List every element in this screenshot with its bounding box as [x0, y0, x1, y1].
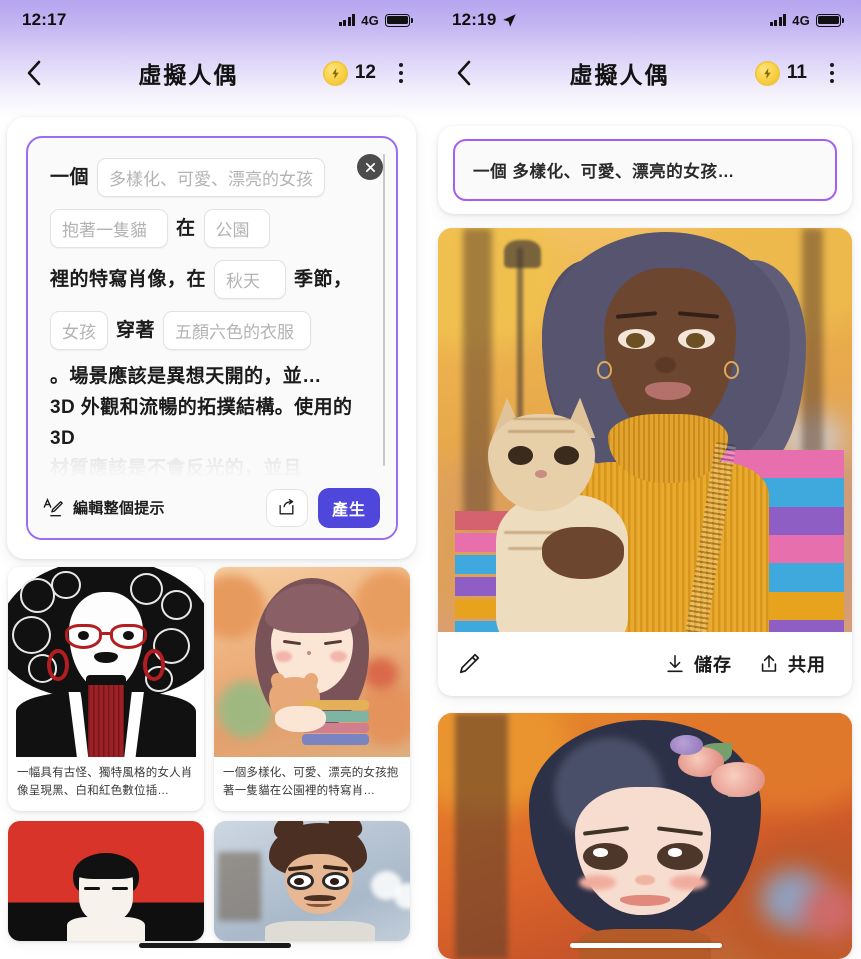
- close-icon: [365, 162, 375, 172]
- page-title: 虛擬人偶: [138, 62, 239, 88]
- credits-indicator[interactable]: 12: [322, 60, 376, 86]
- kebab-menu-icon[interactable]: [388, 58, 414, 88]
- credits-count: 11: [786, 62, 807, 83]
- prompt-lead-text: 一個: [50, 166, 90, 188]
- status-time: 12:19: [452, 10, 497, 29]
- status-bar-right: 12:19 4G: [430, 0, 861, 40]
- status-left-group: 12:17: [22, 10, 66, 30]
- signal-icon: [338, 14, 356, 26]
- nav-bar-right: 虛擬人偶 11: [430, 44, 861, 102]
- status-left-group: 12:19: [452, 10, 517, 30]
- edit-prompt-icon: [43, 497, 63, 516]
- thumb-quirky-portrait[interactable]: [8, 567, 204, 757]
- prompt-line-1: 一個 多樣化、可愛、漂亮的女孩: [50, 158, 374, 197]
- generate-button[interactable]: 產生: [317, 487, 380, 528]
- artwork-3d-girl-hugging-cat: [214, 567, 410, 757]
- result-card-one: 儲存 共用: [438, 228, 852, 696]
- gallery-card[interactable]: 一個多樣化、可愛、漂亮的女孩抱著一隻貓在公園裡的特寫肖…: [214, 567, 410, 811]
- thumb-messy-hair-guy[interactable]: [214, 820, 410, 941]
- share-label: 共用: [788, 655, 826, 675]
- thumb-red-flat-avatar[interactable]: [8, 820, 204, 941]
- subject-field[interactable]: 多樣化、可愛、漂亮的女孩: [97, 158, 326, 197]
- who-field[interactable]: 女孩: [50, 311, 108, 350]
- network-label: 4G: [792, 12, 810, 28]
- prompt-body: 一個 多樣化、可愛、漂亮的女孩 抱著一隻貓 在 公園 裡的特寫肖像，在 秋天 季…: [28, 138, 396, 481]
- coin-bolt-icon: [322, 60, 348, 86]
- season-field[interactable]: 秋天: [214, 260, 287, 299]
- gallery-grid: 一幅具有古怪、獨特風格的女人肖像呈現黑、白和紅色數位插… 一個多樣化、可愛、漂亮…: [8, 567, 422, 941]
- status-bar-left: 12:17 4G: [0, 0, 430, 40]
- page-title: 虛擬人偶: [569, 62, 670, 88]
- prompt-mid-text: 裡的特寫肖像，在: [50, 268, 207, 290]
- chevron-left-icon: [27, 60, 40, 86]
- credits-count: 12: [354, 62, 376, 83]
- prompt-action-bar: 編輯整個提示 產生: [28, 477, 396, 538]
- save-button[interactable]: 儲存: [656, 647, 740, 681]
- artwork-red-black-avatar: [8, 820, 204, 941]
- place-field[interactable]: 公園: [203, 209, 270, 248]
- credits-indicator[interactable]: 11: [754, 60, 807, 86]
- nav-bar-left: 虛擬人偶 12: [0, 44, 430, 102]
- screenshot-root: 12:17 4G 虛擬人偶 12 一個 多樣化、可愛、漂亮的女孩 抱著一隻貓 在…: [0, 0, 861, 959]
- prompt-wearing-text: 穿著: [116, 319, 156, 341]
- download-icon: [667, 654, 683, 673]
- signal-icon: [769, 14, 787, 26]
- gallery-card[interactable]: 一幅具有古怪、獨特風格的女人肖像呈現黑、白和紅色數位插…: [8, 567, 204, 811]
- artwork-bw-red-portrait: [8, 567, 204, 757]
- prompt-editor-frame: 一個 多樣化、可愛、漂亮的女孩 抱著一隻貓 在 公園 裡的特寫肖像，在 秋天 季…: [26, 136, 398, 540]
- result-action-bar: 儲存 共用: [438, 632, 852, 696]
- gallery-card[interactable]: [214, 820, 410, 941]
- prompt-summary-text: 一個 多樣化、可愛、漂亮的女孩…: [473, 163, 735, 181]
- prompt-season-suffix: 季節，: [294, 268, 353, 290]
- prompt-line-4: 女孩 穿著 五顏六色的衣服: [50, 311, 374, 350]
- kebab-menu-icon[interactable]: [819, 58, 845, 88]
- pencil-icon: [459, 653, 480, 674]
- back-button[interactable]: [16, 56, 50, 90]
- back-button[interactable]: [446, 56, 480, 90]
- clothes-field[interactable]: 五顏六色的衣服: [163, 311, 312, 350]
- gallery-caption: 一幅具有古怪、獨特風格的女人肖像呈現黑、白和紅色數位插…: [17, 767, 193, 797]
- location-arrow-icon: [503, 13, 517, 27]
- share-button[interactable]: [265, 488, 308, 527]
- network-label: 4G: [361, 12, 379, 28]
- artwork-girl-with-flowers: [438, 713, 852, 959]
- edit-entire-prompt-button[interactable]: 編輯整個提示: [42, 497, 256, 519]
- home-indicator: [569, 943, 722, 948]
- action-field[interactable]: 抱著一隻貓: [50, 209, 168, 248]
- prompt-editor-card: 一個 多樣化、可愛、漂亮的女孩 抱著一隻貓 在 公園 裡的特寫肖像，在 秋天 季…: [7, 117, 416, 559]
- prompt-paragraph-1: 。場景應該是異想天開的，並…: [50, 366, 322, 387]
- right-phone-panel: 12:19 4G 虛擬人偶 11 一個 多樣化、可愛、漂亮的女孩… 儲存 共用: [430, 0, 861, 959]
- prompt-line-2: 抱著一隻貓 在 公園: [50, 209, 374, 248]
- share-up-icon: [761, 655, 777, 672]
- close-button[interactable]: [357, 154, 383, 180]
- chevron-left-icon: [457, 60, 470, 86]
- share-button[interactable]: 共用: [750, 647, 834, 681]
- status-time: 12:17: [22, 10, 67, 29]
- generated-image-woman-with-cat[interactable]: [438, 228, 852, 632]
- gallery-card[interactable]: [8, 820, 204, 941]
- edit-image-button[interactable]: [456, 651, 646, 677]
- battery-icon: [385, 13, 413, 27]
- share-icon: [279, 498, 294, 515]
- prompt-paragraph-2: 3D 外觀和流暢的拓撲結構。使用的: [50, 396, 353, 418]
- coin-bolt-icon: [754, 60, 780, 86]
- artwork-woman-with-cat: [438, 228, 852, 632]
- generated-image-girl-with-flowers[interactable]: [438, 713, 852, 959]
- thumb-girl-with-cat[interactable]: [214, 567, 410, 757]
- artwork-3d-messy-hair-man: [214, 820, 410, 941]
- gallery-caption: 一個多樣化、可愛、漂亮的女孩抱著一隻貓在公園裡的特寫肖…: [223, 767, 399, 797]
- prompt-paragraph-3: 3D: [50, 427, 76, 449]
- prompt-line-3: 裡的特寫肖像，在 秋天 季節，: [50, 260, 374, 299]
- prompt-summary-card: 一個 多樣化、可愛、漂亮的女孩…: [438, 126, 852, 214]
- left-phone-panel: 12:17 4G 虛擬人偶 12 一個 多樣化、可愛、漂亮的女孩 抱著一隻貓 在…: [0, 0, 430, 959]
- status-right-group: 4G: [338, 12, 413, 28]
- prompt-at-text: 在: [176, 217, 196, 239]
- status-right-group: 4G: [769, 12, 844, 28]
- edit-entire-prompt-label: 編輯整個提示: [73, 500, 165, 517]
- battery-icon: [816, 13, 844, 27]
- prompt-summary-input[interactable]: 一個 多樣化、可愛、漂亮的女孩…: [453, 139, 837, 201]
- save-label: 儲存: [694, 655, 732, 675]
- result-card-two: [438, 713, 852, 959]
- home-indicator: [139, 943, 291, 948]
